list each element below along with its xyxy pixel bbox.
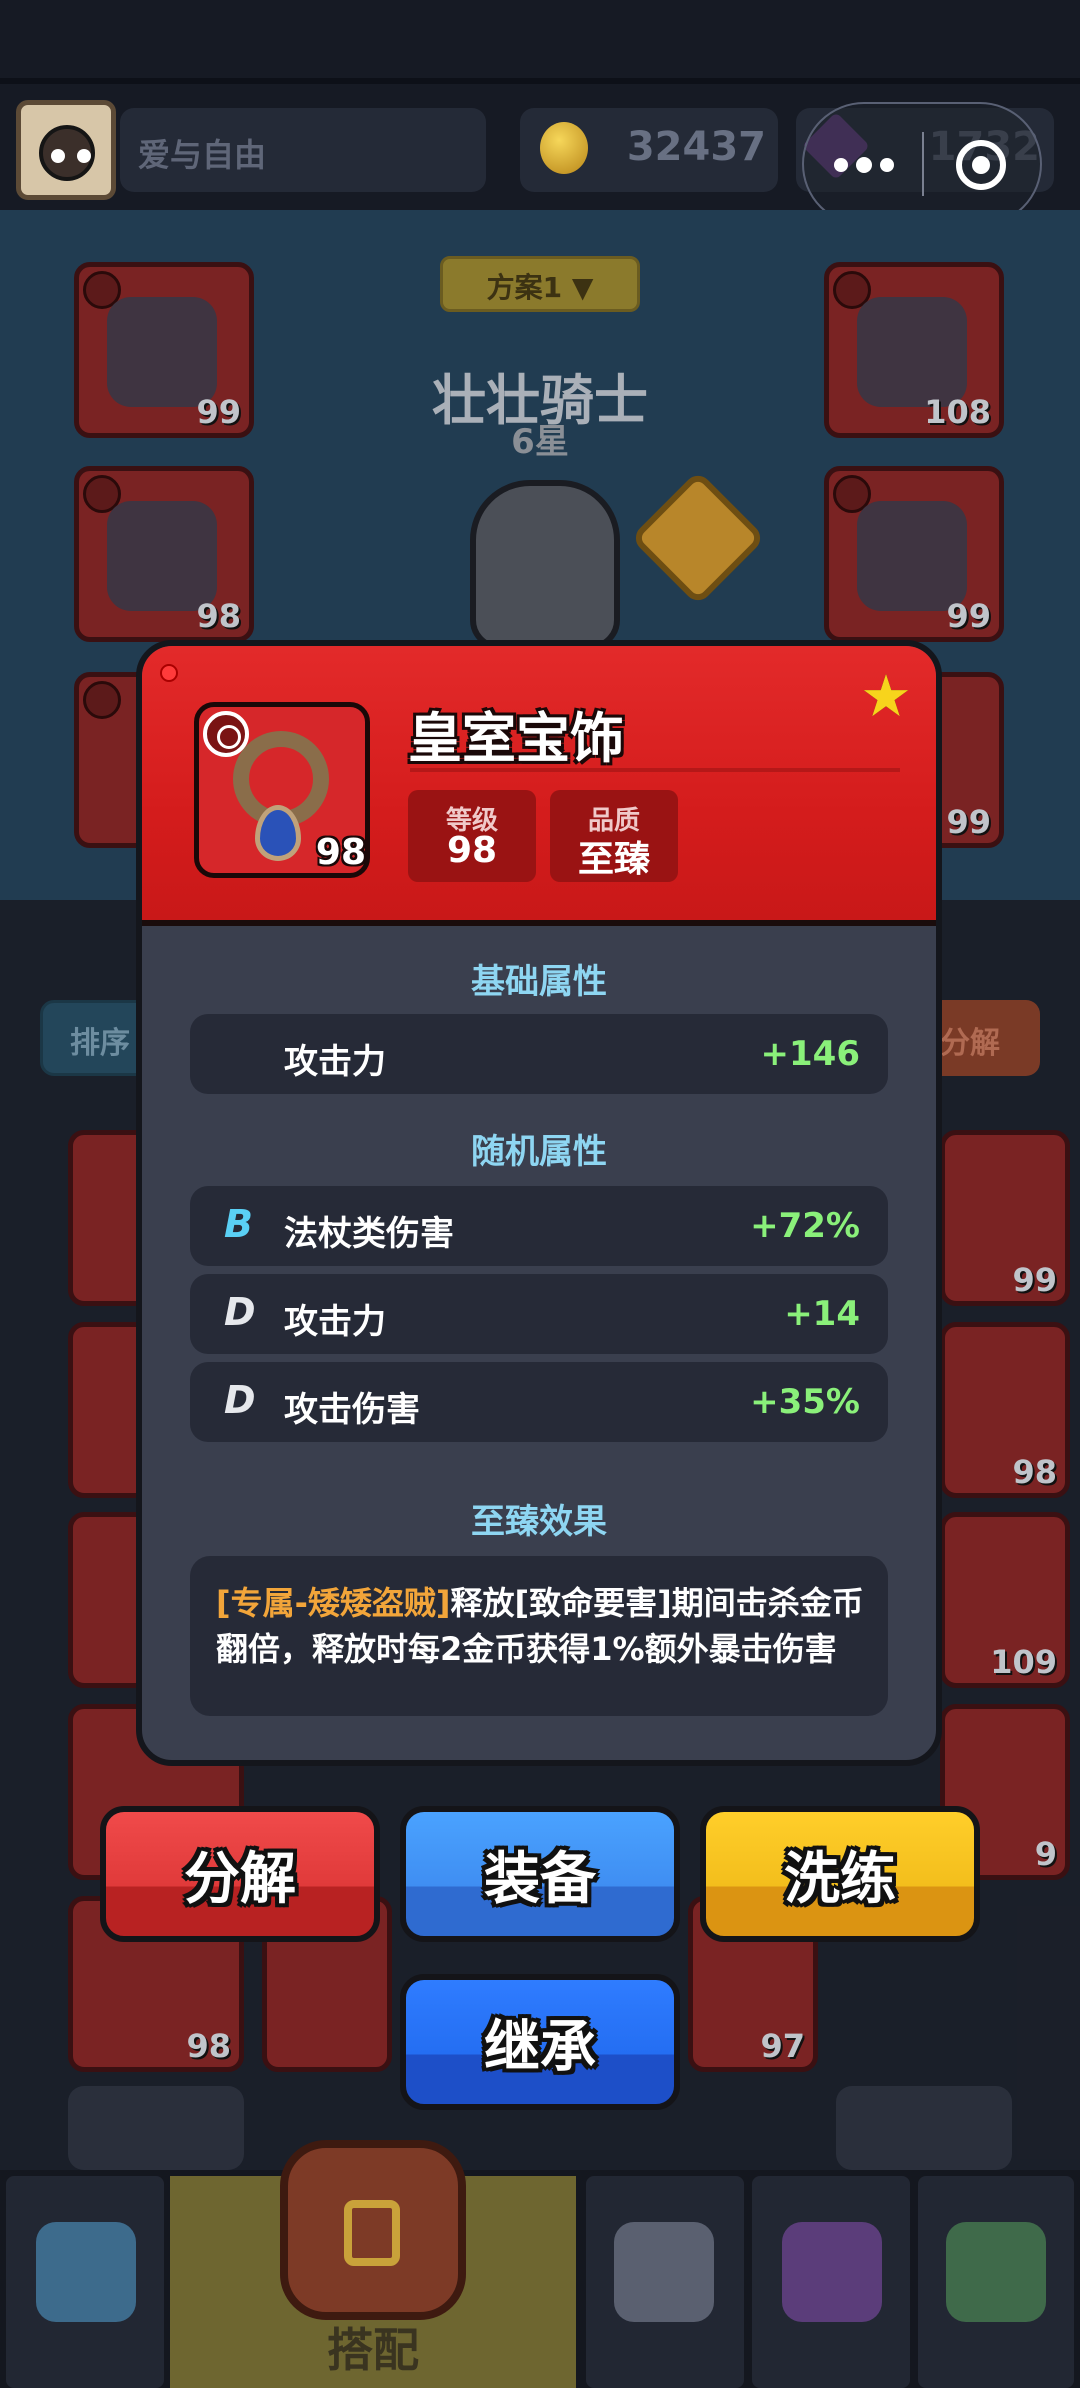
grade-d-icon: D: [224, 1378, 256, 1422]
effect-tag: [专属-矮矮盗贼]: [216, 1584, 451, 1622]
slot-level: 99: [196, 393, 241, 431]
star-icon[interactable]: ★: [860, 667, 916, 725]
gold-coin-icon: [540, 122, 588, 174]
helmet-art: [857, 297, 967, 407]
item-level: 97: [760, 2027, 805, 2065]
slot-necklace[interactable]: 98: [74, 466, 254, 642]
crossed-swords-icon: [614, 2222, 714, 2322]
item-level: 109: [990, 1643, 1057, 1681]
avatar-eye: [77, 149, 91, 163]
stat-value: +146: [760, 1034, 860, 1074]
inventory-item[interactable]: 109: [940, 1512, 1070, 1688]
title-divider: [410, 768, 900, 772]
reroll-label: 洗练: [784, 1846, 896, 1912]
character-stars: 6星: [511, 422, 569, 462]
stat-name: 攻击伤害: [284, 1390, 420, 1430]
slot-armor[interactable]: 99: [824, 466, 1004, 642]
plan-label: 方案1 ▼: [486, 271, 594, 304]
grade-b-icon: B: [224, 1202, 253, 1246]
item-level: 99: [1012, 1261, 1057, 1299]
avatar-eye: [51, 149, 65, 163]
quality-value: 至臻: [577, 839, 650, 880]
stat-name: 攻击力: [284, 1302, 386, 1342]
stat-name: 攻击力: [284, 1042, 386, 1082]
necklace-type-icon: [203, 711, 249, 757]
empty-slot[interactable]: [68, 2086, 244, 2170]
capsule-divider: [922, 132, 924, 196]
slot-gloves[interactable]: 99: [74, 262, 254, 438]
backpack-clasp: [344, 2200, 400, 2266]
grade-d-icon: D: [224, 1290, 256, 1334]
item-name: 皇室宝饰: [408, 707, 624, 770]
shop-icon: [36, 2222, 136, 2322]
stat-value: +35%: [750, 1382, 860, 1422]
level-value: 98: [446, 830, 498, 871]
inherit-button[interactable]: 继承: [400, 1974, 680, 2110]
effect-description: [专属-矮矮盗贼]释放[致命要害]期间击杀金币翻倍，释放时每2金币获得1%额外暴…: [216, 1580, 876, 1672]
player-name: 爱与自由: [138, 136, 267, 174]
item-level: 9: [1034, 1835, 1057, 1873]
item-level: 98: [186, 2027, 231, 2065]
inventory-item[interactable]: 99: [940, 1130, 1070, 1306]
nav-outfit-label: 搭配: [327, 2323, 419, 2377]
random-stats-title: 随机属性: [471, 1132, 607, 1172]
necklace-art: [107, 501, 217, 611]
target-close-dot: [972, 156, 990, 174]
decompose-label: 分解: [184, 1846, 296, 1912]
inventory-item[interactable]: 98: [940, 1322, 1070, 1498]
knight-sprite: [470, 480, 620, 650]
equip-button[interactable]: 装备: [400, 1806, 680, 1942]
spellbook-icon: [782, 2222, 882, 2322]
ring-icon: [83, 681, 121, 719]
decompose-button[interactable]: 分解: [100, 1806, 380, 1942]
treasure-map-icon: [946, 2222, 1046, 2322]
equip-label: 装备: [484, 1846, 596, 1912]
slot-level: 99: [946, 803, 991, 841]
stat-name: 法杖类伤害: [284, 1214, 454, 1254]
player-avatar[interactable]: [16, 100, 116, 200]
stat-value: +14: [784, 1294, 860, 1334]
empty-slot[interactable]: [836, 2086, 1012, 2170]
sort-label: 排序: [70, 1026, 130, 1061]
more-dots-icon[interactable]: [834, 146, 894, 182]
slot-level: 98: [196, 597, 241, 635]
item-level: 98: [1012, 1453, 1057, 1491]
stat-value: +72%: [750, 1206, 860, 1246]
item-icon-level: 98: [315, 832, 366, 873]
gloves-art: [107, 297, 217, 407]
gold-amount: 32437: [626, 124, 766, 170]
top-divider: [0, 78, 1080, 84]
base-stats-title: 基础属性: [471, 962, 607, 1002]
slot-helmet[interactable]: 108: [824, 262, 1004, 438]
batch-decompose-label: 分解: [940, 1026, 1000, 1061]
slot-level: 108: [924, 393, 991, 431]
slot-level: 99: [946, 597, 991, 635]
notification-dot: [160, 664, 178, 682]
armor-art: [857, 501, 967, 611]
effect-title: 至臻效果: [471, 1502, 607, 1542]
reroll-button[interactable]: 洗练: [700, 1806, 980, 1942]
inherit-label: 继承: [484, 2014, 596, 2080]
